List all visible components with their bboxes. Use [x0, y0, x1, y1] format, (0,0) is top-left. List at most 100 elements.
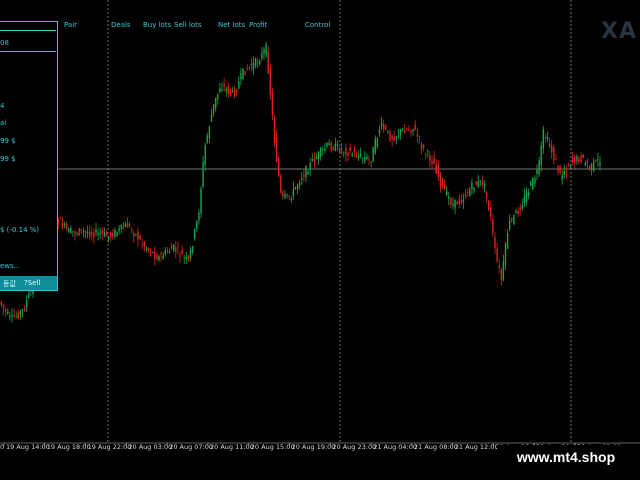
candle-body — [418, 135, 421, 138]
candle-body — [278, 158, 280, 177]
candle-body — [393, 137, 395, 141]
candle-body — [584, 163, 586, 166]
candle-body — [334, 143, 337, 151]
candle-body — [551, 145, 553, 153]
sell-button[interactable]: ?Sell — [24, 279, 40, 287]
candle-body — [385, 126, 387, 130]
candle-body — [19, 310, 22, 315]
candle-body — [139, 235, 141, 240]
candle-body — [431, 160, 433, 164]
candle-body — [28, 293, 30, 298]
candle-body — [133, 232, 135, 237]
candle-body — [383, 124, 385, 130]
candle-body — [202, 161, 204, 187]
candle-body — [86, 231, 89, 234]
candle-body — [288, 195, 290, 197]
candle-body — [91, 232, 93, 235]
candle-body — [267, 51, 269, 74]
candle-body — [185, 256, 187, 259]
candle-body — [519, 207, 521, 211]
candle-body — [448, 196, 450, 199]
candle-body — [498, 265, 500, 269]
candle-body — [143, 241, 145, 247]
candle-body — [595, 160, 597, 162]
candle-body — [152, 252, 154, 253]
candle-body — [420, 144, 423, 149]
candle-body — [441, 178, 444, 186]
candle-body — [263, 49, 265, 54]
candle-body — [586, 160, 589, 165]
candle-body — [194, 229, 196, 239]
candle-body — [246, 68, 248, 70]
candle-body — [236, 89, 238, 92]
candle-body — [137, 231, 139, 240]
candle-body — [353, 150, 355, 153]
candle-body — [546, 136, 549, 140]
candle-body — [336, 144, 339, 147]
candle-body — [406, 128, 408, 130]
panel-news-link[interactable]: ews... — [0, 262, 20, 270]
candle-body — [425, 153, 427, 155]
panel-value: 08 — [0, 39, 9, 47]
candle-body — [578, 157, 580, 163]
time-axis-label: 20 Aug 07:00 — [169, 443, 213, 451]
candle-body — [105, 232, 108, 236]
close-button[interactable]: 동값 — [3, 279, 16, 289]
candle-body — [391, 136, 393, 140]
candle-body — [26, 300, 28, 308]
candle-body — [126, 223, 129, 228]
time-axis-label: 20 Aug 03:00 — [128, 443, 172, 451]
candle-body — [122, 228, 124, 230]
candle-body — [555, 159, 557, 161]
candle-body — [364, 157, 366, 162]
symbol-logo: XA — [601, 19, 637, 44]
candle-body — [162, 255, 164, 260]
candle-body — [530, 181, 532, 186]
candle-body — [13, 315, 15, 317]
candle-body — [273, 120, 276, 144]
candle-body — [467, 191, 469, 194]
panel-value: 99 $ — [0, 137, 16, 145]
candle-body — [387, 130, 389, 133]
candle-body — [553, 147, 555, 160]
candle-body — [456, 201, 458, 205]
candle-body — [160, 253, 162, 255]
candle-body — [349, 147, 351, 152]
candle-body — [320, 148, 322, 157]
panel-button-bar: 동값 ?Sell — [0, 276, 57, 290]
candle-body — [345, 148, 347, 155]
candle-body — [509, 220, 511, 230]
panel-value: 99 $ — [0, 155, 16, 163]
candle-body — [362, 157, 364, 159]
candle-body — [536, 169, 538, 174]
candle-body — [82, 230, 85, 232]
candle-body — [372, 147, 374, 162]
candle-body — [332, 147, 334, 150]
candle-body — [380, 122, 383, 127]
candle-body — [170, 246, 173, 250]
candle-body — [78, 228, 80, 236]
candle-body — [301, 178, 303, 181]
candle-body — [475, 181, 477, 186]
candle-body — [248, 66, 250, 68]
candle-body — [315, 157, 318, 159]
candle-body — [227, 86, 229, 94]
candle-body — [275, 136, 278, 162]
candle-body — [265, 43, 267, 56]
time-axis-label: 21 Aug 08:00 — [414, 443, 458, 451]
time-axis-label: 21 Aug 04:00 — [373, 443, 417, 451]
candle-body — [395, 136, 397, 139]
candle-body — [437, 165, 439, 177]
candle-body — [135, 234, 137, 236]
candle-body — [252, 62, 255, 70]
candle-body — [370, 161, 372, 163]
candle-body — [368, 158, 370, 160]
price-chart[interactable]: 0 19 Aug 14:0019 Aug 18:0019 Aug 22:0020 … — [0, 0, 640, 480]
candle-body — [374, 138, 376, 153]
candle-body — [422, 145, 425, 148]
candle-body — [544, 136, 547, 138]
chart-grid — [58, 0, 640, 443]
candle-body — [572, 158, 574, 163]
candle-body — [404, 130, 406, 134]
candle-body — [238, 81, 240, 89]
